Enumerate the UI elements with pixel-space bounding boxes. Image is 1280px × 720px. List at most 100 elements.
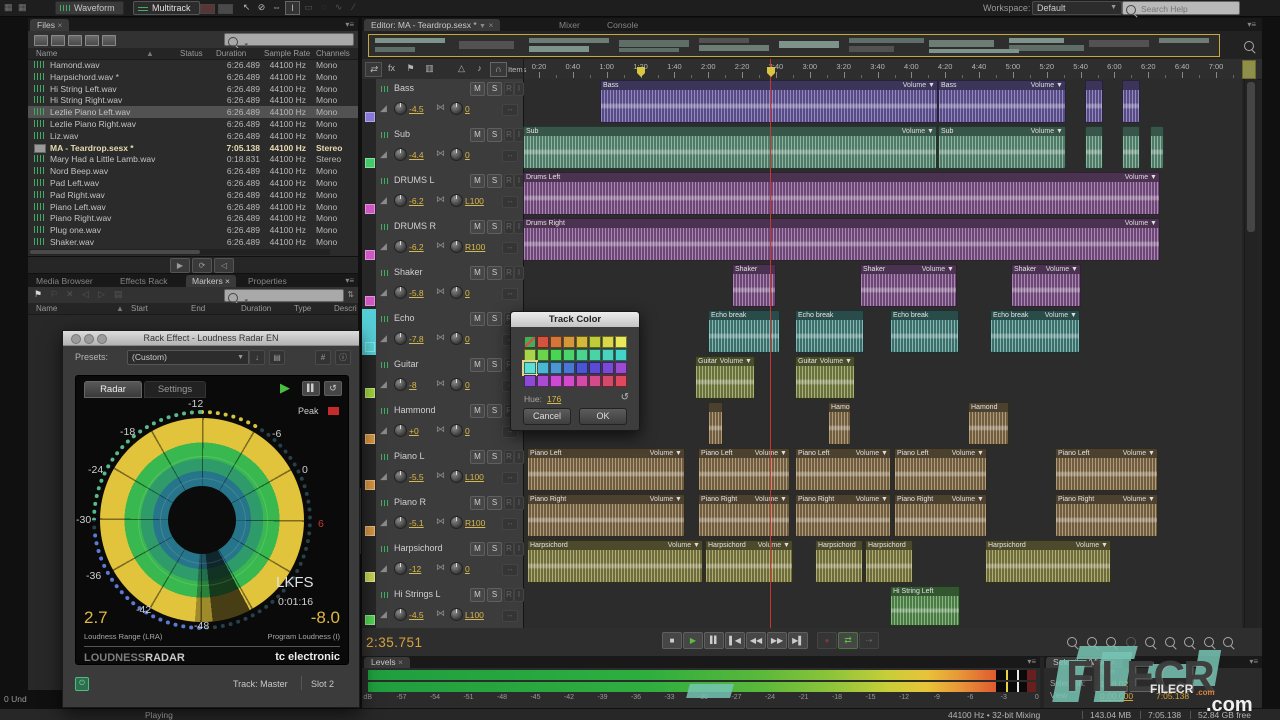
close-icon[interactable]: × [1111, 657, 1116, 667]
delete-preset-icon[interactable]: ▤ [269, 350, 285, 365]
color-swatch[interactable] [563, 349, 575, 361]
track-solo-button[interactable]: S [487, 588, 502, 602]
color-swatch[interactable] [602, 336, 614, 348]
zoom-button[interactable] [1103, 634, 1119, 648]
track-pan-value[interactable]: L100 [465, 472, 484, 482]
track-name[interactable]: Echo [394, 313, 415, 323]
audio-clip[interactable]: BassVolume ▼ [938, 80, 1066, 123]
pan-knob[interactable] [450, 332, 463, 345]
color-swatch[interactable] [576, 349, 588, 361]
zoom-button[interactable] [1084, 634, 1100, 648]
tab-media-browser[interactable]: Media Browser [30, 275, 99, 287]
track-volume-value[interactable]: -6.2 [409, 242, 424, 252]
audio-clip[interactable] [1085, 126, 1103, 169]
files-hscrollbar[interactable] [30, 249, 330, 255]
color-swatch[interactable] [589, 349, 601, 361]
pan-knob[interactable] [450, 378, 463, 391]
add-marker-icon[interactable]: ⚑ [34, 289, 42, 300]
track-volume-value[interactable]: -5.5 [409, 472, 424, 482]
workspace-dropdown[interactable]: Default ▼ [1032, 1, 1122, 15]
reset-hue-icon[interactable]: ↺ [621, 392, 629, 403]
track-solo-button[interactable]: S [487, 312, 502, 326]
pan-knob[interactable] [450, 562, 463, 575]
default-color-swatch[interactable] [524, 336, 536, 348]
track-pan-value[interactable]: 0 [465, 288, 470, 298]
tab-settings[interactable]: Settings [144, 381, 206, 398]
file-row[interactable]: Hi String Right.wav6:26.48944100 HzMono [28, 94, 358, 106]
color-swatch[interactable] [576, 336, 588, 348]
column-header[interactable]: Status [180, 49, 203, 58]
zoom-button[interactable] [1064, 634, 1080, 648]
color-swatch[interactable] [537, 349, 549, 361]
auto-play-button[interactable]: ◁ [214, 258, 234, 273]
audio-clip[interactable]: Piano LeftVolume ▼ [698, 448, 790, 491]
dialog-title-bar[interactable]: Track Color [511, 312, 639, 327]
clip-volume-dropdown[interactable]: Volume ▼ [820, 357, 852, 366]
radar-play-button[interactable]: ▶ [280, 380, 290, 396]
track-name[interactable]: Piano R [394, 497, 426, 507]
file-row[interactable]: Hamond.wav6:26.48944100 HzMono [28, 59, 358, 71]
volume-knob[interactable] [394, 102, 407, 115]
audio-clip[interactable]: SubVolume ▼ [523, 126, 937, 169]
track-volume-value[interactable]: -5.1 [409, 518, 424, 528]
clip-volume-dropdown[interactable]: Volume ▼ [1046, 265, 1078, 274]
stop-button[interactable]: ■ [662, 632, 682, 649]
file-row[interactable]: Pad Left.wav6:26.48944100 HzMono [28, 177, 358, 189]
clip-lane[interactable]: ShakerVolume ▼ShakerVolume ▼ShakerVolume… [523, 263, 1240, 309]
metronome-icon[interactable]: ▥ [422, 62, 437, 75]
tab-mixer[interactable]: Mixer [552, 19, 587, 31]
track-color-chip[interactable] [365, 434, 375, 444]
tool-icon-disabled[interactable]: ▭ [302, 1, 315, 13]
track-mute-button[interactable]: M [470, 404, 485, 418]
stretch-button[interactable]: ↔ [502, 472, 518, 484]
markers-search[interactable]: ▾ [224, 289, 344, 302]
clip-volume-dropdown[interactable]: Volume ▼ [1123, 495, 1155, 504]
pan-knob[interactable] [450, 148, 463, 161]
file-row[interactable]: Shaker.wav6:26.48944100 HzMono [28, 236, 358, 248]
stretch-button[interactable]: ↔ [502, 104, 518, 116]
audio-clip[interactable]: Echo breakVolume ▼ [795, 310, 864, 353]
play-button[interactable]: ▶ [683, 632, 703, 649]
track-solo-button[interactable]: S [487, 450, 502, 464]
file-tool-icon[interactable] [34, 35, 48, 46]
clip-volume-dropdown[interactable]: Volume ▼ [1076, 541, 1108, 550]
track-mute-button[interactable]: M [470, 450, 485, 464]
playhead[interactable] [770, 59, 771, 628]
clip-volume-dropdown[interactable]: Volume ▼ [758, 541, 790, 550]
files-search[interactable]: ▾ [224, 33, 354, 46]
pan-knob[interactable] [450, 516, 463, 529]
track-color-chip[interactable] [365, 615, 375, 625]
clip-volume-dropdown[interactable]: Volume ▼ [952, 449, 984, 458]
preview-play-button[interactable]: ▶ [170, 258, 190, 273]
audio-clip[interactable]: BassVolume ▼ [600, 80, 938, 123]
clip-volume-dropdown[interactable]: Volume ▼ [1125, 219, 1157, 228]
track-header[interactable]: SubMSRI◢-4.4⋈0↔ [376, 125, 524, 171]
clip-volume-dropdown[interactable]: Volume ▼ [668, 541, 700, 550]
audio-clip[interactable]: Echo breakVolume ▼ [990, 310, 1080, 353]
presets-dropdown[interactable]: (Custom) ▼ [127, 350, 249, 365]
color-swatch[interactable] [537, 375, 549, 387]
audio-clip[interactable]: Echo breakVolume ▼ [890, 310, 959, 353]
file-row[interactable]: Liz.wav6:26.48944100 HzMono [28, 130, 358, 142]
column-header[interactable]: Duration [241, 304, 271, 313]
track-name[interactable]: Hammond [394, 405, 436, 415]
color-swatch[interactable] [589, 336, 601, 348]
zoom-button[interactable] [1123, 634, 1139, 648]
volume-knob[interactable] [394, 562, 407, 575]
sort-icon[interactable]: ▲ [116, 304, 124, 313]
rewind-button[interactable]: ◀◀ [746, 632, 766, 649]
monitor-headphones-icon[interactable]: ∩ [490, 62, 507, 77]
preview-loop-button[interactable]: ⟳ [192, 258, 212, 273]
save-preset-icon[interactable]: ↓ [249, 350, 265, 365]
color-swatch[interactable] [576, 362, 588, 374]
clip-lane[interactable]: Drums RightVolume ▼ [523, 217, 1240, 263]
file-row[interactable]: Nord Beep.wav6:26.48944100 HzMono [28, 165, 358, 177]
track-solo-button[interactable]: S [487, 404, 502, 418]
audio-clip[interactable]: Piano LeftVolume ▼ [894, 448, 987, 491]
marker-tool-icon[interactable]: ✕ [66, 289, 74, 300]
track-pan-value[interactable]: L100 [465, 196, 484, 206]
notes-icon[interactable]: ♪ [472, 62, 487, 75]
volume-knob[interactable] [394, 240, 407, 253]
audio-clip[interactable] [1085, 80, 1103, 123]
pause-button[interactable]: ▌▌ [704, 632, 724, 649]
